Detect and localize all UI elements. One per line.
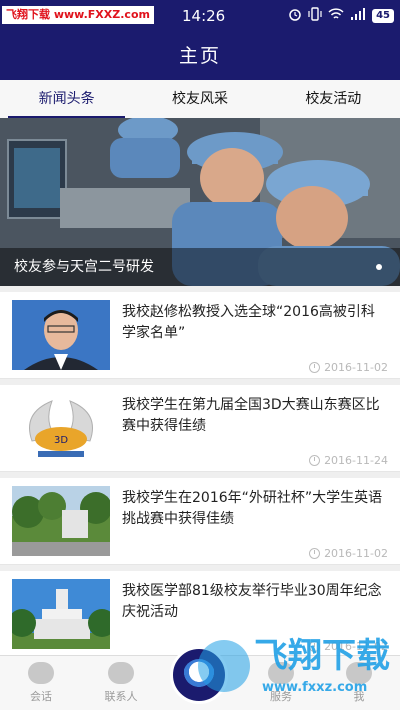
- page-title: 主页: [178, 45, 221, 67]
- carousel-indicator: [376, 264, 382, 270]
- signal-icon: [350, 7, 366, 24]
- news-item[interactable]: 3D 我校学生在第九届全国3D大赛山东赛区比赛中获得佳绩 2016-11-24: [0, 385, 400, 472]
- news-date: 2016-11-02: [309, 547, 388, 560]
- news-title: 我校学生在第九届全国3D大赛山东赛区比赛中获得佳绩: [122, 397, 380, 434]
- svg-text:3D: 3D: [54, 435, 68, 446]
- nav-contacts-label: 联系人: [104, 690, 138, 703]
- nav-chat[interactable]: 会话: [6, 662, 76, 704]
- watermark-top: 飞翔下载 www.FXXZ.com: [2, 6, 154, 24]
- news-title: 我校医学部81级校友举行毕业30周年纪念庆祝活动: [122, 583, 382, 620]
- news-item[interactable]: 我校赵修松教授入选全球“2016高被引科学家名单” 2016-11-02: [0, 292, 400, 379]
- battery-icon: 45: [372, 8, 394, 23]
- wifi-icon: [328, 7, 344, 24]
- news-thumbnail-building: [12, 579, 110, 649]
- news-date: 2016-11-24: [309, 454, 388, 467]
- watermark-bottom-text: 飞翔下载: [254, 636, 390, 676]
- vibrate-icon: [308, 7, 322, 24]
- nav-contacts[interactable]: 联系人: [86, 662, 156, 704]
- banner-caption: 校友参与天宫二号研发: [14, 259, 154, 275]
- alarm-icon: [288, 7, 302, 24]
- status-time: 14:26: [182, 7, 226, 25]
- tab-bar: 新闻头条 校友风采 校友活动: [0, 80, 400, 119]
- news-title: 我校赵修松教授入选全球“2016高被引科学家名单”: [122, 304, 375, 341]
- news-date-text: 2016-11-02: [324, 361, 388, 374]
- news-list: 我校赵修松教授入选全球“2016高被引科学家名单” 2016-11-02 3D …: [0, 286, 400, 658]
- fxxz-logo-icon: [198, 640, 250, 692]
- app-header: 主页: [0, 32, 400, 80]
- news-thumbnail-portrait: [12, 300, 110, 370]
- watermark-bottom: 飞翔下载 www.fxxz.com: [198, 632, 396, 706]
- news-title: 我校学生在2016年“外研社杯”大学生英语挑战赛中获得佳绩: [122, 490, 383, 527]
- clock-icon: [309, 362, 321, 373]
- news-item[interactable]: 我校学生在2016年“外研社杯”大学生英语挑战赛中获得佳绩 2016-11-02: [0, 478, 400, 565]
- tab-alumni-profiles[interactable]: 校友风采: [133, 80, 266, 118]
- news-date: 2016-11-02: [309, 361, 388, 374]
- news-date-text: 2016-11-24: [324, 454, 388, 467]
- status-icons: 45: [288, 7, 394, 24]
- watermark-bottom-url: www.fxxz.com: [262, 680, 368, 695]
- tab-news-headlines[interactable]: 新闻头条: [0, 80, 133, 118]
- status-bar: 飞翔下载 www.FXXZ.com 14:26 45: [0, 0, 400, 32]
- news-date-text: 2016-11-02: [324, 547, 388, 560]
- chat-icon: [28, 662, 54, 684]
- nav-chat-label: 会话: [30, 690, 52, 703]
- tab-alumni-activities[interactable]: 校友活动: [267, 80, 400, 118]
- news-thumbnail-campus: [12, 486, 110, 556]
- clock-icon: [309, 455, 321, 466]
- banner-carousel[interactable]: 校友参与天宫二号研发: [0, 118, 400, 286]
- contacts-icon: [108, 662, 134, 684]
- news-thumbnail-logo: 3D: [12, 393, 110, 463]
- clock-icon: [309, 548, 321, 559]
